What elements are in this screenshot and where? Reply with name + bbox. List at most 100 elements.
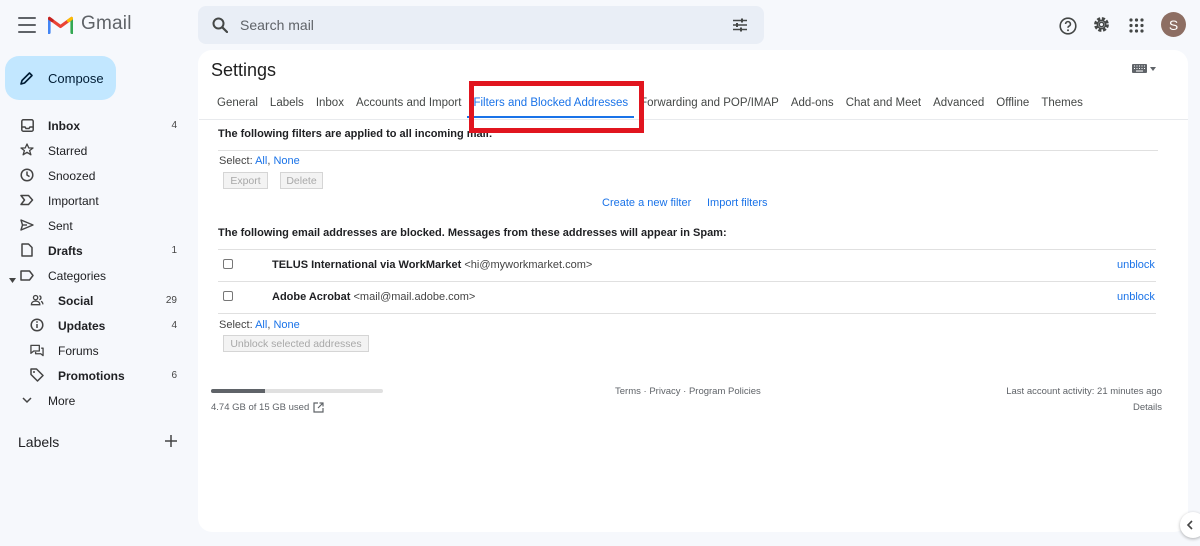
input-tools-dropdown[interactable] — [1132, 64, 1156, 73]
details-link[interactable]: Details — [1133, 402, 1162, 413]
row-checkbox[interactable] — [223, 291, 233, 301]
storage-used: 4.74 GB of 15 GB used — [211, 402, 310, 413]
filters-select-row: Select: All, None — [219, 155, 300, 167]
divider — [218, 313, 1156, 314]
caret-down-icon[interactable] — [9, 272, 16, 286]
account-avatar[interactable]: S — [1161, 12, 1186, 37]
sidebar-item-important[interactable]: Important — [0, 188, 190, 213]
app-name: Gmail — [81, 13, 132, 34]
tab-advanced[interactable]: Advanced — [927, 96, 990, 118]
unread-count: 29 — [165, 295, 177, 306]
sidebar-item-label: More — [48, 393, 76, 408]
sidebar-item-sent[interactable]: Sent — [0, 213, 190, 238]
tab-forwarding-and-pop-imap[interactable]: Forwarding and POP/IMAP — [634, 96, 785, 118]
tab-accounts-and-import[interactable]: Accounts and Import — [350, 96, 467, 118]
filters-heading: The following filters are applied to all… — [218, 128, 493, 140]
unblock-link[interactable]: unblock — [1117, 259, 1155, 271]
label-icon — [20, 268, 34, 282]
footer-links: Terms · Privacy · Program Policies — [615, 386, 761, 397]
select-all-link[interactable]: All — [255, 319, 267, 331]
tag-icon — [30, 368, 44, 382]
sidebar-item-social[interactable]: Social 29 — [0, 288, 190, 313]
draft-icon — [20, 243, 34, 257]
sidebar-item-label: Promotions — [58, 368, 125, 383]
separator: · — [683, 386, 687, 397]
unblock-link[interactable]: unblock — [1117, 291, 1155, 303]
unread-count: 6 — [171, 370, 177, 381]
search-input[interactable] — [240, 17, 700, 33]
search-options-icon[interactable] — [732, 17, 748, 33]
compose-button[interactable]: Compose — [5, 56, 116, 100]
tab-chat-and-meet[interactable]: Chat and Meet — [840, 96, 927, 118]
sidebar-item-label: Social — [58, 293, 94, 308]
gmail-m-icon — [48, 16, 73, 34]
row-checkbox[interactable] — [223, 259, 233, 269]
privacy-link[interactable]: Privacy — [649, 386, 680, 397]
tab-inbox[interactable]: Inbox — [310, 96, 350, 118]
forum-icon — [30, 343, 44, 357]
main-menu-button[interactable] — [14, 14, 40, 36]
sidebar-item-label: Starred — [48, 143, 88, 158]
blocked-sender: TELUS International via WorkMarket <hi@m… — [272, 259, 592, 271]
sidebar-item-label: Sent — [48, 218, 73, 233]
last-activity: Last account activity: 21 minutes ago — [1006, 386, 1162, 397]
sidebar-item-categories[interactable]: Categories — [0, 263, 190, 288]
caret-down-icon — [1150, 66, 1156, 71]
chevron-down-icon — [20, 393, 34, 407]
inbox-icon — [20, 118, 34, 132]
select-none-link[interactable]: None — [273, 319, 299, 331]
search-bar[interactable] — [198, 6, 764, 44]
tabs-divider — [199, 119, 1188, 120]
tab-themes[interactable]: Themes — [1035, 96, 1089, 118]
sidebar-item-more[interactable]: More — [0, 388, 190, 413]
side-panel-toggle[interactable] — [1180, 512, 1200, 538]
settings-gear-icon[interactable] — [1092, 15, 1111, 34]
unread-count: 1 — [171, 245, 177, 256]
sidebar-item-label: Inbox — [48, 118, 80, 133]
tab-offline[interactable]: Offline — [990, 96, 1035, 118]
tab-labels[interactable]: Labels — [264, 96, 310, 118]
unblock-selected-button[interactable]: Unblock selected addresses — [223, 335, 369, 352]
sidebar-item-inbox[interactable]: Inbox 4 — [0, 113, 190, 138]
search-icon[interactable] — [212, 17, 228, 33]
storage-meter-fill — [211, 389, 266, 393]
divider — [218, 281, 1156, 282]
highlight-annotation-box — [469, 81, 644, 133]
settings-tabs: General Labels Inbox Accounts and Import… — [211, 96, 1089, 118]
star-icon — [20, 143, 34, 157]
open-external-icon[interactable] — [312, 401, 324, 413]
sidebar-item-label: Snoozed — [48, 168, 96, 183]
export-button[interactable]: Export — [223, 172, 268, 189]
separator: · — [643, 386, 647, 397]
menu-bar — [18, 31, 36, 33]
sidebar-item-label: Important — [48, 193, 99, 208]
plus-icon[interactable] — [164, 434, 178, 448]
sidebar-item-label: Categories — [48, 268, 107, 283]
help-icon[interactable] — [1058, 16, 1077, 35]
sidebar-item-label: Drafts — [48, 243, 83, 258]
sidebar-item-promotions[interactable]: Promotions 6 — [0, 363, 190, 388]
sender-email: <hi@myworkmarket.com> — [464, 259, 593, 271]
divider — [218, 150, 1158, 151]
create-filter-link[interactable]: Create a new filter — [602, 197, 691, 209]
apps-grid-icon[interactable] — [1128, 17, 1144, 33]
tab-general[interactable]: General — [211, 96, 264, 118]
program-policies-link[interactable]: Program Policies — [689, 386, 761, 397]
delete-button[interactable]: Delete — [280, 172, 323, 189]
sidebar-item-snoozed[interactable]: Snoozed — [0, 163, 190, 188]
tab-add-ons[interactable]: Add-ons — [785, 96, 840, 118]
sidebar-item-starred[interactable]: Starred — [0, 138, 190, 163]
gmail-logo[interactable]: Gmail — [48, 13, 132, 35]
sidebar-item-forums[interactable]: Forums — [0, 338, 190, 363]
import-filters-link[interactable]: Import filters — [707, 197, 768, 209]
select-all-link[interactable]: All — [255, 155, 267, 167]
sidebar-item-drafts[interactable]: Drafts 1 — [0, 238, 190, 263]
select-none-link[interactable]: None — [273, 155, 299, 167]
compose-label: Compose — [48, 70, 104, 86]
blocked-heading: The following email addresses are blocke… — [218, 227, 727, 239]
terms-link[interactable]: Terms — [615, 386, 641, 397]
sidebar-item-updates[interactable]: Updates 4 — [0, 313, 190, 338]
people-icon — [30, 293, 44, 307]
divider — [218, 249, 1156, 250]
select-label: Select: — [219, 155, 253, 167]
